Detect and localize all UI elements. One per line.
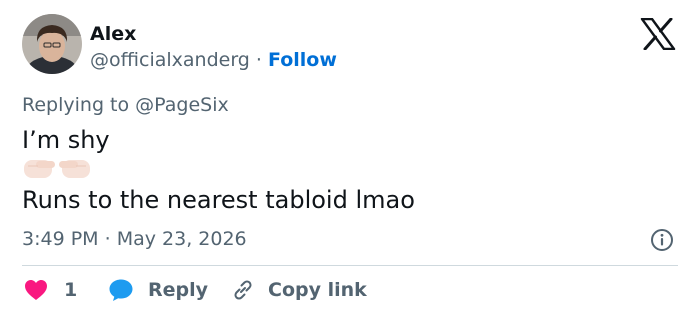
like-button[interactable]: 1 <box>24 276 77 304</box>
finger-pointing-left-icon <box>59 160 90 178</box>
like-count: 1 <box>64 279 78 301</box>
finger-pointing-right-icon <box>24 160 55 178</box>
timestamp-separator: · <box>104 228 111 250</box>
reply-context-mention[interactable]: @PageSix <box>135 94 229 116</box>
pointing-fingers-emoji: 👉👈 <box>22 156 92 182</box>
reply-context: Replying to @PageSix <box>22 93 229 117</box>
follow-button[interactable]: Follow <box>268 49 337 71</box>
copy-link-label: Copy link <box>268 279 367 301</box>
divider <box>22 265 678 266</box>
copy-link-button[interactable]: Copy link <box>230 276 367 304</box>
reply-button[interactable]: Reply <box>108 276 208 304</box>
tweet-text-line-1: I’m shy <box>22 126 110 154</box>
author-name[interactable]: Alex <box>90 22 136 46</box>
reply-label: Reply <box>148 279 209 301</box>
tweet-date: May 23, 2026 <box>116 228 247 250</box>
link-icon <box>230 277 256 303</box>
reply-bubble-icon <box>108 278 134 302</box>
tweet-embed: Alex @officialxanderg · Follow Replying … <box>0 0 700 318</box>
avatar[interactable] <box>22 14 82 74</box>
tweet-time: 3:49 PM <box>22 228 99 250</box>
reply-context-prefix: Replying to <box>22 94 130 116</box>
x-logo-icon[interactable] <box>640 17 676 51</box>
action-bar: 1 Reply Copy link <box>22 276 678 304</box>
tweet-timestamp[interactable]: 3:49 PM · May 23, 2026 <box>22 227 247 251</box>
heart-icon <box>24 279 48 301</box>
author-handle-row: @officialxanderg · Follow <box>90 48 337 72</box>
tweet-text-line-2: Runs to the nearest tabloid lmao <box>22 186 415 214</box>
info-icon[interactable] <box>650 228 674 252</box>
handle-separator: · <box>255 49 262 71</box>
author-handle[interactable]: @officialxanderg <box>90 49 250 71</box>
